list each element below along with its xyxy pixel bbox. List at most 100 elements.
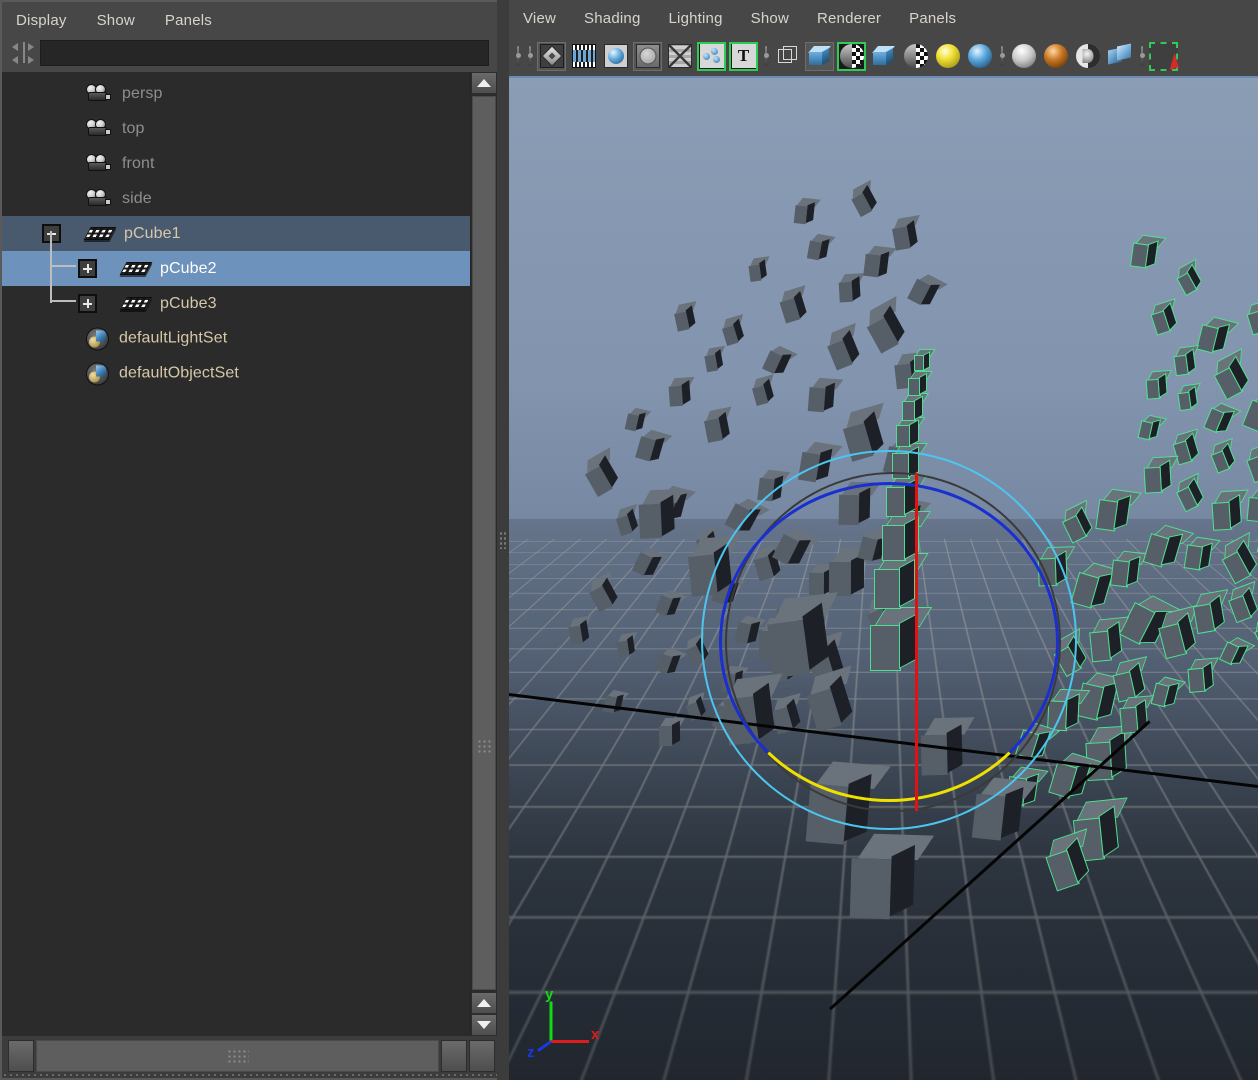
cube-debris bbox=[635, 428, 673, 464]
cube-selected bbox=[1129, 234, 1166, 269]
resolution-gate-icon[interactable] bbox=[601, 42, 630, 71]
shade-options-icon-glyph bbox=[903, 44, 928, 68]
film-gate-icon[interactable] bbox=[569, 42, 598, 71]
cube-selected bbox=[1177, 382, 1201, 412]
manipulator-y-axis[interactable] bbox=[915, 473, 918, 811]
scroll-up-button[interactable] bbox=[471, 72, 497, 94]
cube-ground bbox=[849, 833, 934, 920]
use-all-lights-icon[interactable] bbox=[965, 42, 994, 71]
viewport-panel: View Shading Lighting Show Renderer Pane… bbox=[509, 0, 1258, 1080]
scroll-left-button-2[interactable] bbox=[441, 1040, 467, 1072]
menu-lighting[interactable]: Lighting bbox=[669, 10, 723, 27]
smooth-shade-wire-icon-glyph bbox=[839, 44, 864, 68]
selection-marquee-icon[interactable] bbox=[1149, 41, 1179, 71]
set-icon-wrap: defaultLightSet bbox=[86, 327, 227, 350]
cube-selected bbox=[1192, 588, 1229, 635]
hardware-fog-icon[interactable] bbox=[1073, 42, 1102, 71]
cube-debris bbox=[702, 406, 732, 443]
outliner-vertical-scrollbar[interactable] bbox=[470, 72, 497, 1036]
cube-selected bbox=[1149, 297, 1178, 336]
cube-debris bbox=[762, 343, 799, 377]
shadows-icon[interactable] bbox=[1009, 42, 1038, 71]
outliner-row-defaultlightset[interactable]: defaultLightSet bbox=[2, 321, 470, 356]
smooth-shade-all-icon[interactable] bbox=[805, 41, 834, 71]
cube-debris bbox=[614, 503, 639, 537]
gate-mask-icon[interactable] bbox=[633, 41, 662, 71]
isolate-select-icon[interactable] bbox=[1105, 42, 1134, 71]
outliner-row-label: front bbox=[122, 154, 155, 172]
camera-icon bbox=[86, 83, 112, 104]
cube-debris bbox=[750, 374, 774, 406]
cube-selected bbox=[1195, 316, 1239, 355]
scroll-down-button[interactable] bbox=[471, 1014, 497, 1036]
outliner-row-pcube2[interactable]: pCube2 bbox=[2, 251, 470, 286]
panel-resize-handle[interactable] bbox=[2, 1072, 499, 1078]
vertical-scroll-track[interactable] bbox=[471, 94, 497, 992]
camera-icon bbox=[86, 188, 112, 209]
vertical-scroll-thumb[interactable] bbox=[472, 96, 496, 990]
cube-debris bbox=[823, 322, 861, 371]
cube-selected bbox=[1070, 561, 1125, 611]
cube-selected bbox=[1218, 635, 1256, 666]
outliner-body: persp top front side pCube1 pCube2 pCube3 defau… bbox=[2, 72, 497, 1036]
menu-display[interactable]: Display bbox=[16, 12, 67, 29]
menu-view[interactable]: View bbox=[523, 10, 556, 27]
panel-splitter[interactable] bbox=[497, 0, 509, 1080]
menu-show[interactable]: Show bbox=[97, 12, 135, 29]
outliner-row-label: pCube3 bbox=[160, 294, 217, 312]
wireframe-shading-icon-glyph bbox=[776, 44, 800, 68]
xray-joints-icon[interactable] bbox=[665, 42, 694, 71]
cube-debris bbox=[673, 301, 697, 332]
outliner-search-row bbox=[2, 38, 497, 72]
viewport-3d[interactable]: y x z bbox=[509, 76, 1258, 1080]
menu-panels[interactable]: Panels bbox=[165, 12, 212, 29]
axis-z-line bbox=[537, 1040, 552, 1052]
outliner-row-top[interactable]: top bbox=[2, 111, 470, 146]
show-particles-icon[interactable] bbox=[697, 41, 726, 71]
outliner-menubar: Display Show Panels bbox=[2, 2, 497, 38]
cube-ground bbox=[638, 488, 684, 539]
outliner-tree[interactable]: persp top front side pCube1 pCube2 pCube3 defau… bbox=[2, 72, 470, 1036]
menu-panels[interactable]: Panels bbox=[909, 10, 956, 27]
horizontal-scroll-thumb[interactable] bbox=[36, 1040, 439, 1072]
wireframe-shading-icon[interactable] bbox=[773, 42, 802, 71]
scroll-right-button[interactable] bbox=[469, 1040, 495, 1072]
menu-shading[interactable]: Shading bbox=[584, 10, 640, 27]
cube-debris bbox=[567, 615, 592, 646]
expand-icon[interactable] bbox=[78, 294, 97, 313]
toolbar-separator bbox=[997, 43, 1006, 69]
scroll-thumb-grip bbox=[477, 739, 491, 754]
flat-shade-icon[interactable] bbox=[869, 42, 898, 71]
filter-arrows-icon[interactable] bbox=[10, 40, 40, 66]
outliner-row-label: top bbox=[122, 119, 145, 137]
outliner-row-pcube1[interactable]: pCube1 bbox=[2, 216, 470, 251]
outliner-row-persp[interactable]: persp bbox=[2, 76, 470, 111]
expand-icon[interactable] bbox=[78, 259, 97, 278]
scroll-up-button-bottom[interactable] bbox=[471, 992, 497, 1014]
smooth-shade-wire-icon[interactable] bbox=[837, 41, 866, 71]
camera-icon-wrap: side bbox=[86, 188, 152, 209]
maya-window: Display Show Panels persp top front side pCu… bbox=[0, 0, 1258, 1080]
outliner-row-pcube3[interactable]: pCube3 bbox=[2, 286, 470, 321]
manipulator-z-ring[interactable] bbox=[719, 482, 1059, 802]
texture-icon[interactable] bbox=[1041, 42, 1070, 71]
outliner-row-side[interactable]: side bbox=[2, 181, 470, 216]
cube-debris bbox=[615, 632, 638, 659]
cube-selected bbox=[1244, 440, 1258, 483]
outliner-row-front[interactable]: front bbox=[2, 146, 470, 181]
axis-z-label: z bbox=[527, 1044, 535, 1061]
menu-renderer[interactable]: Renderer bbox=[817, 10, 881, 27]
show-text-icon[interactable]: T bbox=[729, 41, 758, 71]
toolbar-separator bbox=[513, 43, 522, 69]
search-input[interactable] bbox=[40, 40, 489, 66]
menu-show[interactable]: Show bbox=[751, 10, 789, 27]
outliner-row-label: persp bbox=[122, 84, 163, 102]
cube-selected bbox=[1109, 550, 1149, 588]
scroll-left-button[interactable] bbox=[8, 1040, 34, 1072]
select-camera-icon[interactable] bbox=[537, 41, 566, 71]
outliner-row-defaultobjectset[interactable]: defaultObjectSet bbox=[2, 356, 470, 391]
shade-options-icon[interactable] bbox=[901, 42, 930, 71]
outliner-row-label: defaultLightSet bbox=[119, 329, 228, 347]
cube-debris bbox=[863, 245, 897, 278]
use-default-light-icon[interactable] bbox=[933, 42, 962, 71]
